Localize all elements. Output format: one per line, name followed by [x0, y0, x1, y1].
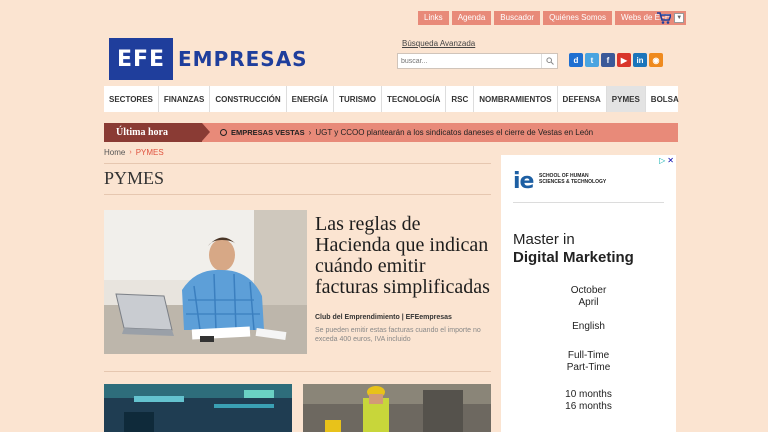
- toplink-agenda[interactable]: Agenda: [451, 11, 492, 25]
- ad-schedule: Full-Time Part-Time: [501, 350, 676, 374]
- nav-item-nombramientos[interactable]: NOMBRAMIENTOS: [474, 86, 558, 112]
- main-nav: SECTORES FINANZAS CONSTRUCCIÓN ENERGÍA T…: [104, 86, 679, 112]
- breaking-news-label: Última hora: [104, 123, 210, 142]
- search-button[interactable]: [541, 54, 557, 68]
- ad-duration-1: 10 months: [565, 389, 612, 400]
- search-box: [397, 53, 558, 69]
- ad-school-name: SCHOOL OF HUMAN SCIENCES & TECHNOLOGY: [539, 173, 607, 185]
- nav-item-tecnologia[interactable]: TECNOLOGÍA: [382, 86, 447, 112]
- divider: [104, 371, 491, 372]
- delicious-icon[interactable]: d: [569, 53, 583, 67]
- page-title: PYMES: [104, 168, 165, 188]
- feature-summary: Se pueden emitir estas facturas cuando e…: [315, 327, 481, 343]
- divider: [513, 202, 664, 203]
- ad-headline-line1: Master in: [513, 231, 575, 248]
- toplink-buscador[interactable]: Buscador: [494, 11, 541, 25]
- search-input[interactable]: [398, 54, 541, 68]
- ie-logo: ie: [513, 169, 534, 194]
- ad-headline-line2: Digital Marketing: [513, 249, 634, 266]
- article-thumbnail[interactable]: [104, 384, 292, 432]
- breaking-news-item[interactable]: EMPRESAS VESTAS › UGT y CCOO plantearán …: [220, 128, 593, 137]
- breadcrumb: Home › PYMES: [104, 148, 164, 157]
- divider: [104, 194, 491, 195]
- advertisement-banner[interactable]: ▷ ✕ ie SCHOOL OF HUMAN SCIENCES & TECHNO…: [501, 155, 676, 432]
- divider: [104, 163, 491, 164]
- efe-empresas-logo[interactable]: EFE EMPRESAS: [109, 38, 308, 80]
- nav-item-construccion[interactable]: CONSTRUCCIÓN: [210, 86, 287, 112]
- twitter-icon[interactable]: t: [585, 53, 599, 67]
- ad-schedule-2: Part-Time: [566, 362, 611, 373]
- article-thumbnail[interactable]: [303, 384, 491, 432]
- efe-logo-mark: EFE: [109, 38, 173, 80]
- ad-intake: October April: [501, 285, 676, 309]
- nav-item-sectores[interactable]: SECTORES: [104, 86, 159, 112]
- nav-item-finanzas[interactable]: FINANZAS: [159, 86, 211, 112]
- toplink-quienes-somos[interactable]: Quiénes Somos: [543, 11, 612, 25]
- empresas-logo-text: EMPRESAS: [178, 47, 308, 71]
- nav-item-rsc[interactable]: RSC: [446, 86, 475, 112]
- search-icon: [545, 57, 554, 65]
- ad-choices[interactable]: ▷ ✕: [659, 156, 674, 165]
- ad-intake-1: October: [570, 285, 607, 296]
- ad-duration-2: 16 months: [565, 401, 612, 412]
- nav-item-defensa[interactable]: DEFENSA: [558, 86, 607, 112]
- feature-source: Club del Emprendimiento | EFEempresas: [315, 314, 452, 321]
- feature-headline[interactable]: Las reglas de Hacienda que indican cuánd…: [315, 214, 491, 298]
- ad-intake-2: April: [578, 297, 599, 308]
- breaking-news-headline: UGT y CCOO plantearán a los sindicatos d…: [315, 128, 594, 137]
- chevron-right-icon: ›: [308, 128, 312, 137]
- ad-duration: 10 months 16 months: [501, 389, 676, 413]
- feature-image[interactable]: [104, 210, 307, 354]
- webs-de-efe-dropdown[interactable]: Webs de EFE ▼: [615, 11, 687, 25]
- social-icons: d t f ▶ in ◉: [569, 53, 663, 67]
- advanced-search-link[interactable]: Búsqueda Avanzada: [402, 39, 475, 48]
- toplink-links[interactable]: Links: [418, 11, 449, 25]
- nav-item-bolsa[interactable]: BOLSA: [646, 86, 684, 112]
- facebook-icon[interactable]: f: [601, 53, 615, 67]
- ad-schedule-1: Full-Time: [567, 350, 610, 361]
- circle-icon: [220, 129, 227, 136]
- breaking-news-bar: Última hora EMPRESAS VESTAS › UGT y CCOO…: [104, 123, 678, 142]
- breadcrumb-home[interactable]: Home: [104, 148, 125, 157]
- chevron-right-icon: ›: [129, 149, 132, 156]
- close-icon[interactable]: ✕: [667, 156, 674, 165]
- nav-item-pymes[interactable]: PYMES: [606, 86, 646, 112]
- breaking-news-tag: EMPRESAS VESTAS: [231, 128, 305, 137]
- adchoices-icon: ▷: [659, 156, 666, 165]
- ad-language: English: [572, 321, 605, 332]
- chevron-down-icon[interactable]: ▼: [674, 13, 685, 23]
- linkedin-icon[interactable]: in: [633, 53, 647, 67]
- top-links: Links Agenda Buscador Quiénes Somos Webs…: [418, 11, 687, 25]
- cart-icon[interactable]: [657, 12, 671, 24]
- youtube-icon[interactable]: ▶: [617, 53, 631, 67]
- breadcrumb-current: PYMES: [135, 148, 164, 157]
- rss-icon[interactable]: ◉: [649, 53, 663, 67]
- nav-item-turismo[interactable]: TURISMO: [334, 86, 383, 112]
- nav-item-energia[interactable]: ENERGÍA: [287, 86, 335, 112]
